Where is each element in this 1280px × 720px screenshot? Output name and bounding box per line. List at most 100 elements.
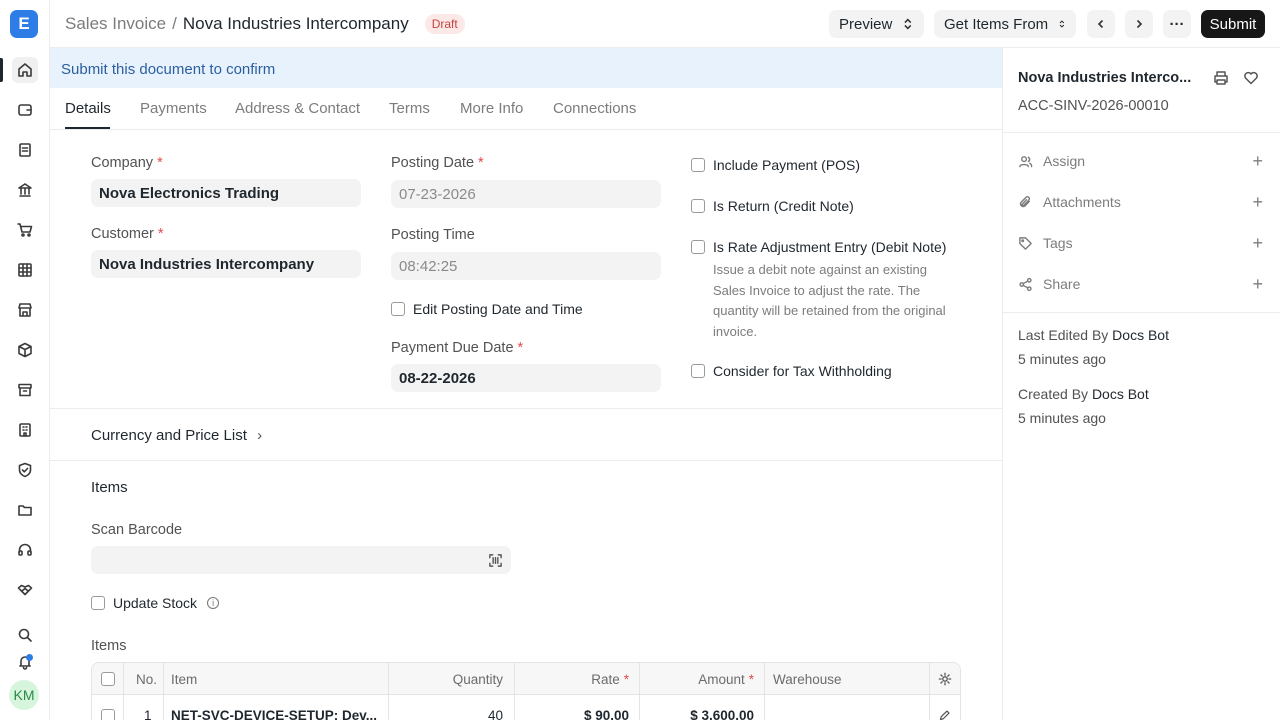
preview-button[interactable]: Preview [829,10,924,38]
rate-adjustment-checkbox[interactable] [691,240,705,254]
column-header-quantity: Quantity [452,672,503,687]
settings-icon[interactable] [938,672,952,689]
update-stock-row[interactable]: Update Stock i [91,595,220,611]
breadcrumb-doctype[interactable]: Sales Invoice [65,14,166,34]
chevron-left-icon [1097,19,1104,29]
sidebar-divider [1003,132,1280,133]
table-icon[interactable] [12,257,38,283]
folder-icon[interactable] [12,497,38,523]
assign-row[interactable]: Assign + [1018,152,1263,170]
customer-label: Customer * [91,226,164,242]
building-icon[interactable] [12,417,38,443]
row-rate[interactable]: $ 90.00 [584,708,629,720]
print-icon[interactable] [1213,70,1229,89]
cart-icon[interactable] [12,217,38,243]
created-by-user[interactable]: Docs Bot [1092,386,1149,402]
barcode-scan-icon[interactable] [488,553,503,571]
posting-time-field[interactable]: 08:42:25 [391,252,661,280]
column-divider [123,663,124,720]
previous-button[interactable] [1087,10,1115,38]
share-row[interactable]: Share + [1018,275,1263,293]
package-icon[interactable] [12,337,38,363]
tax-withholding-row[interactable]: Consider for Tax Withholding [691,363,892,379]
bell-icon[interactable] [12,649,38,675]
row-quantity[interactable]: 40 [488,708,503,720]
include-payment-checkbox[interactable] [691,158,705,172]
notification-dot [26,654,33,661]
column-header-item: Item [171,672,198,687]
next-button[interactable] [1125,10,1153,38]
currency-section-toggle[interactable]: Currency and Price List › [91,427,262,444]
handshake-icon[interactable] [12,577,38,603]
tab-details[interactable]: Details [65,100,111,117]
row-item[interactable]: NET-SVC-DEVICE-SETUP: Dev... [171,708,383,720]
chevron-updown-icon [904,18,912,30]
update-stock-label: Update Stock [113,595,198,611]
tab-more-info[interactable]: More Info [460,100,523,117]
company-field[interactable]: Nova Electronics Trading [91,179,361,207]
edit-posting-checkbox-row[interactable]: Edit Posting Date and Time [391,301,583,317]
status-badge: Draft [424,14,465,34]
active-indicator [0,58,3,82]
breadcrumb-separator: / [172,14,177,33]
column-divider [929,663,930,720]
get-items-from-button[interactable]: Get Items From [934,10,1076,38]
scan-barcode-input[interactable] [91,546,511,574]
tags-row[interactable]: Tags + [1018,234,1263,252]
user-avatar[interactable]: KM [9,680,39,710]
last-edited-user[interactable]: Docs Bot [1112,327,1169,343]
is-return-row[interactable]: Is Return (Credit Note) [691,198,854,214]
customer-field[interactable]: Nova Industries Intercompany [91,250,361,278]
posting-date-field[interactable]: 07-23-2026 [391,180,661,208]
select-all-checkbox[interactable] [101,672,115,686]
column-divider [514,663,515,720]
search-icon[interactable] [12,622,38,648]
document-name: ACC-SINV-2026-00010 [1018,98,1169,114]
last-edited: Last Edited By Docs Bot [1018,327,1169,343]
shield-icon[interactable] [12,457,38,483]
section-divider [50,408,1002,409]
column-header-amount: Amount * [698,672,754,687]
add-share-icon[interactable]: + [1252,275,1263,293]
breadcrumb: Sales Invoice / Nova Industries Intercom… [65,14,465,34]
store-icon[interactable] [12,297,38,323]
chevron-updown-icon [1059,20,1065,28]
heart-icon[interactable] [1243,70,1259,89]
tab-address-contact[interactable]: Address & Contact [235,100,360,117]
add-tag-icon[interactable]: + [1252,234,1263,252]
include-payment-row[interactable]: Include Payment (POS) [691,157,860,173]
tab-terms[interactable]: Terms [389,100,430,117]
tab-connections[interactable]: Connections [553,100,636,117]
rate-adjustment-row[interactable]: Is Rate Adjustment Entry (Debit Note) [691,239,946,255]
app-logo[interactable]: E [10,10,38,38]
headset-icon[interactable] [12,537,38,563]
edit-posting-label: Edit Posting Date and Time [413,301,583,317]
add-assign-icon[interactable]: + [1252,152,1263,170]
attachments-row[interactable]: Attachments + [1018,193,1263,211]
document-icon[interactable] [12,137,38,163]
tax-withholding-label: Consider for Tax Withholding [713,363,892,379]
tax-withholding-checkbox[interactable] [691,364,705,378]
archive-icon[interactable] [12,377,38,403]
edit-posting-checkbox[interactable] [391,302,405,316]
add-attachment-icon[interactable]: + [1252,193,1263,211]
tab-payments[interactable]: Payments [140,100,207,117]
edit-row-icon[interactable] [938,709,951,720]
due-date-field[interactable]: 08-22-2026 [391,364,661,392]
banner-text: Submit this document to confirm [61,61,276,78]
wallet-icon[interactable] [12,97,38,123]
row-checkbox[interactable] [101,709,115,720]
bank-icon[interactable] [12,177,38,203]
column-header-no: No. [136,672,158,687]
get-items-label: Get Items From [944,15,1049,33]
form-tabs: Details Payments Address & Contact Terms… [50,88,1002,130]
more-actions-button[interactable]: ··· [1163,10,1191,38]
submit-button[interactable]: Submit [1201,10,1265,38]
home-icon[interactable] [12,57,38,83]
include-payment-label: Include Payment (POS) [713,157,861,173]
is-return-checkbox[interactable] [691,199,705,213]
update-stock-checkbox[interactable] [91,596,105,610]
column-header-warehouse: Warehouse [773,672,842,687]
row-amount: $ 3,600.00 [690,708,754,720]
preview-label: Preview [839,15,893,33]
